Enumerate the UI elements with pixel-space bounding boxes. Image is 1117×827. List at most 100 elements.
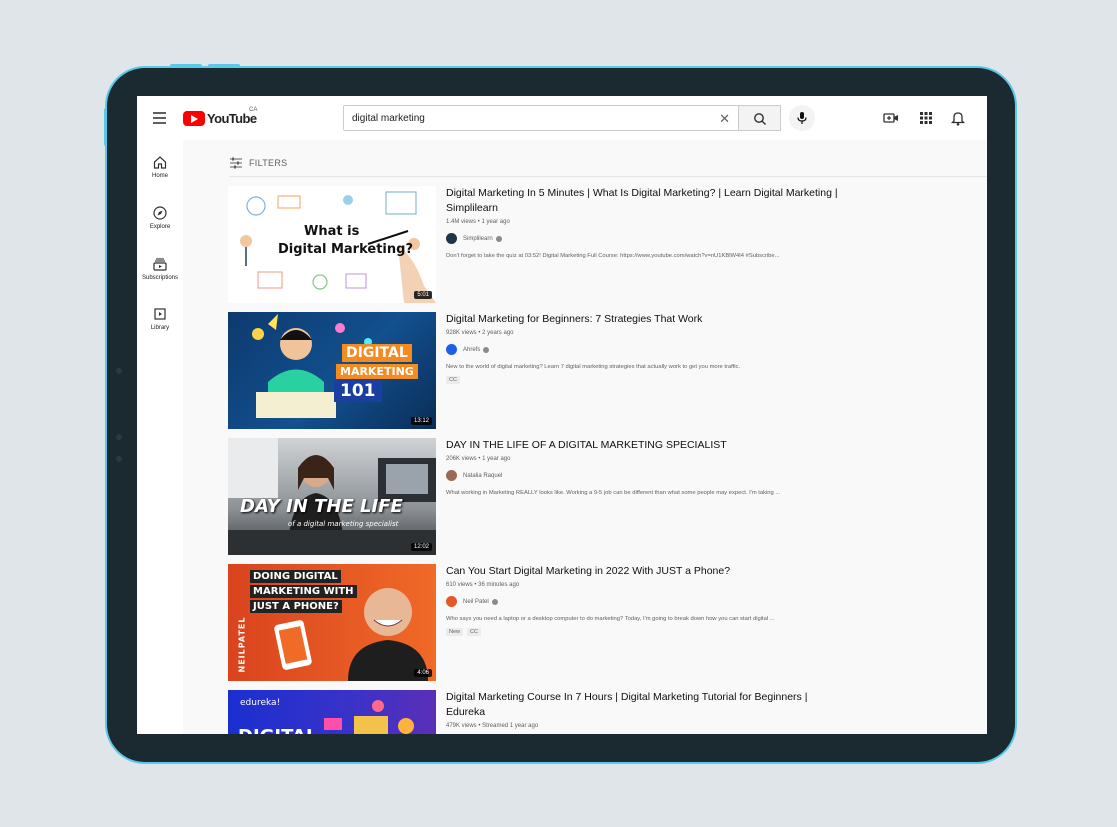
- tablet-sensor-3: [116, 456, 122, 462]
- create-video-icon[interactable]: [882, 109, 900, 127]
- sidebar-item-label: Home: [151, 173, 168, 179]
- youtube-screen: YouTube CA digital marketing ✕ Home Expl…: [137, 96, 987, 734]
- sidebar-item-explore[interactable]: Explore: [137, 199, 183, 239]
- tablet-sensor-1: [116, 368, 122, 374]
- thumbnail-text: MARKETING: [336, 364, 418, 379]
- search-input[interactable]: digital marketing ✕: [343, 105, 739, 131]
- thumbnail-text: DIGITAL: [342, 344, 412, 362]
- video-duration: 12:02: [410, 543, 432, 551]
- filter-sliders-icon: [230, 157, 242, 169]
- video-duration: 5:01: [414, 291, 432, 299]
- video-description: What working in Marketing REALLY looks l…: [446, 490, 781, 496]
- badge-row: New CC: [446, 628, 866, 636]
- sidebar-item-library[interactable]: Library: [137, 300, 183, 340]
- video-result[interactable]: DAY IN THE LIFE of a digital marketing s…: [228, 438, 888, 555]
- cc-badge: CC: [467, 628, 481, 636]
- channel-avatar[interactable]: [446, 344, 457, 355]
- video-title-line: Digital Marketing In 5 Minutes | What Is…: [446, 187, 838, 199]
- thumbnail-text: of a digital marketing specialist: [288, 520, 399, 528]
- sidebar-item-label: Subscriptions: [141, 275, 179, 281]
- video-title[interactable]: Can You Start Digital Marketing in 2022 …: [446, 564, 866, 579]
- microphone-icon: [797, 112, 807, 124]
- video-result[interactable]: What is Digital Marketing? 5:01 Digital …: [228, 186, 888, 303]
- video-title-line: Edureka: [446, 706, 486, 718]
- thumbnail-text: edureka!: [240, 698, 281, 708]
- cc-badge: CC: [446, 376, 460, 384]
- thumbnail-text: DOING DIGITAL: [250, 570, 341, 583]
- video-result[interactable]: DOING DIGITAL MARKETING WITH JUST A PHON…: [228, 564, 888, 681]
- search-button[interactable]: [739, 105, 781, 131]
- video-info: Digital Marketing for Beginners: 7 Strat…: [446, 312, 866, 384]
- video-title[interactable]: Digital Marketing Course In 7 Hours | Di…: [446, 690, 866, 720]
- logo-region: CA: [249, 107, 258, 113]
- channel-name[interactable]: Ahrefs: [463, 347, 480, 353]
- video-title[interactable]: Digital Marketing In 5 Minutes | What Is…: [446, 186, 866, 216]
- video-result[interactable]: DIGITAL MARKETING 101 13:12 Digital Mark…: [228, 312, 888, 429]
- video-meta: 206K views • 1 year ago: [446, 456, 511, 462]
- sidebar-item-home[interactable]: Home: [137, 148, 183, 188]
- clear-search-icon[interactable]: ✕: [719, 111, 730, 127]
- sidebar-item-label: Library: [150, 325, 170, 331]
- video-title-line: Simplilearn: [446, 202, 498, 214]
- channel-name[interactable]: Neil Patel: [463, 599, 489, 605]
- video-thumbnail[interactable]: DAY IN THE LIFE of a digital marketing s…: [228, 438, 436, 555]
- thumbnail-text: JUST A PHONE?: [250, 600, 342, 613]
- video-meta: 610 views • 36 minutes ago: [446, 582, 520, 588]
- channel-avatar[interactable]: [446, 233, 457, 244]
- video-info: DAY IN THE LIFE OF A DIGITAL MARKETING S…: [446, 438, 866, 496]
- video-info: Can You Start Digital Marketing in 2022 …: [446, 564, 866, 636]
- channel-name[interactable]: Natalia Raquel: [463, 473, 502, 479]
- search-icon: [754, 113, 766, 125]
- sidebar: Home Explore Subscriptions Library: [137, 140, 183, 734]
- video-meta: 479K views • Streamed 1 year ago: [446, 723, 539, 729]
- thumbnail-text: What is: [304, 224, 360, 239]
- video-duration: 13:12: [410, 417, 432, 425]
- video-description: Who says you need a laptop or a desktop …: [446, 616, 775, 622]
- youtube-play-icon: [183, 110, 205, 126]
- video-description: New to the world of digital marketing? L…: [446, 364, 741, 370]
- channel-avatar[interactable]: [446, 596, 457, 607]
- channel-row[interactable]: Ahrefs: [446, 344, 866, 355]
- video-meta: 928K views • 2 years ago: [446, 330, 514, 336]
- top-bar: YouTube CA digital marketing ✕: [137, 96, 987, 140]
- channel-name[interactable]: Simplilearn: [463, 236, 493, 242]
- badge-row: CC: [446, 376, 866, 384]
- youtube-logo[interactable]: YouTube CA: [183, 107, 258, 127]
- sidebar-item-subscriptions[interactable]: Subscriptions: [137, 250, 183, 290]
- video-thumbnail[interactable]: edureka! DIGITAL: [228, 690, 436, 734]
- video-thumbnail[interactable]: DOING DIGITAL MARKETING WITH JUST A PHON…: [228, 564, 436, 681]
- tablet-sensor-2: [116, 434, 122, 440]
- video-title[interactable]: Digital Marketing for Beginners: 7 Strat…: [446, 312, 866, 327]
- sidebar-item-label: Explore: [149, 224, 171, 230]
- filters-divider: [229, 176, 987, 177]
- apps-grid-icon[interactable]: [917, 109, 935, 127]
- hamburger-menu-icon[interactable]: [153, 112, 166, 124]
- filters-label: FILTERS: [249, 158, 288, 168]
- filters-button[interactable]: FILTERS: [229, 156, 287, 170]
- channel-row[interactable]: Natalia Raquel: [446, 470, 866, 481]
- verified-check-icon: [483, 346, 490, 353]
- thumbnail-text: DAY IN THE LIFE: [240, 496, 403, 517]
- video-result[interactable]: edureka! DIGITAL Digital Marketing Cours…: [228, 690, 888, 734]
- video-info: Digital Marketing Course In 7 Hours | Di…: [446, 690, 866, 729]
- thumbnail-brand-text: NEILPATEL: [237, 616, 247, 673]
- home-icon: [153, 156, 167, 169]
- video-thumbnail[interactable]: What is Digital Marketing? 5:01: [228, 186, 436, 303]
- thumbnail-text: Digital Marketing?: [278, 242, 413, 257]
- channel-row[interactable]: Simplilearn: [446, 233, 866, 244]
- voice-search-button[interactable]: [789, 105, 815, 131]
- channel-avatar[interactable]: [446, 470, 457, 481]
- thumbnail-text: 101: [334, 380, 382, 402]
- thumbnail-text: DIGITAL: [238, 726, 317, 734]
- tablet-button-side: [104, 108, 107, 146]
- video-title[interactable]: DAY IN THE LIFE OF A DIGITAL MARKETING S…: [446, 438, 866, 453]
- video-duration: 4:06: [414, 669, 432, 677]
- notifications-bell-icon[interactable]: [949, 109, 967, 127]
- channel-row[interactable]: Neil Patel: [446, 596, 866, 607]
- video-thumbnail[interactable]: DIGITAL MARKETING 101 13:12: [228, 312, 436, 429]
- subscriptions-icon: [153, 258, 167, 271]
- library-icon: [154, 308, 166, 320]
- video-description: Don't forget to take the quiz at 03:52! …: [446, 253, 780, 259]
- verified-check-icon: [491, 598, 498, 605]
- search-query: digital marketing: [352, 113, 425, 124]
